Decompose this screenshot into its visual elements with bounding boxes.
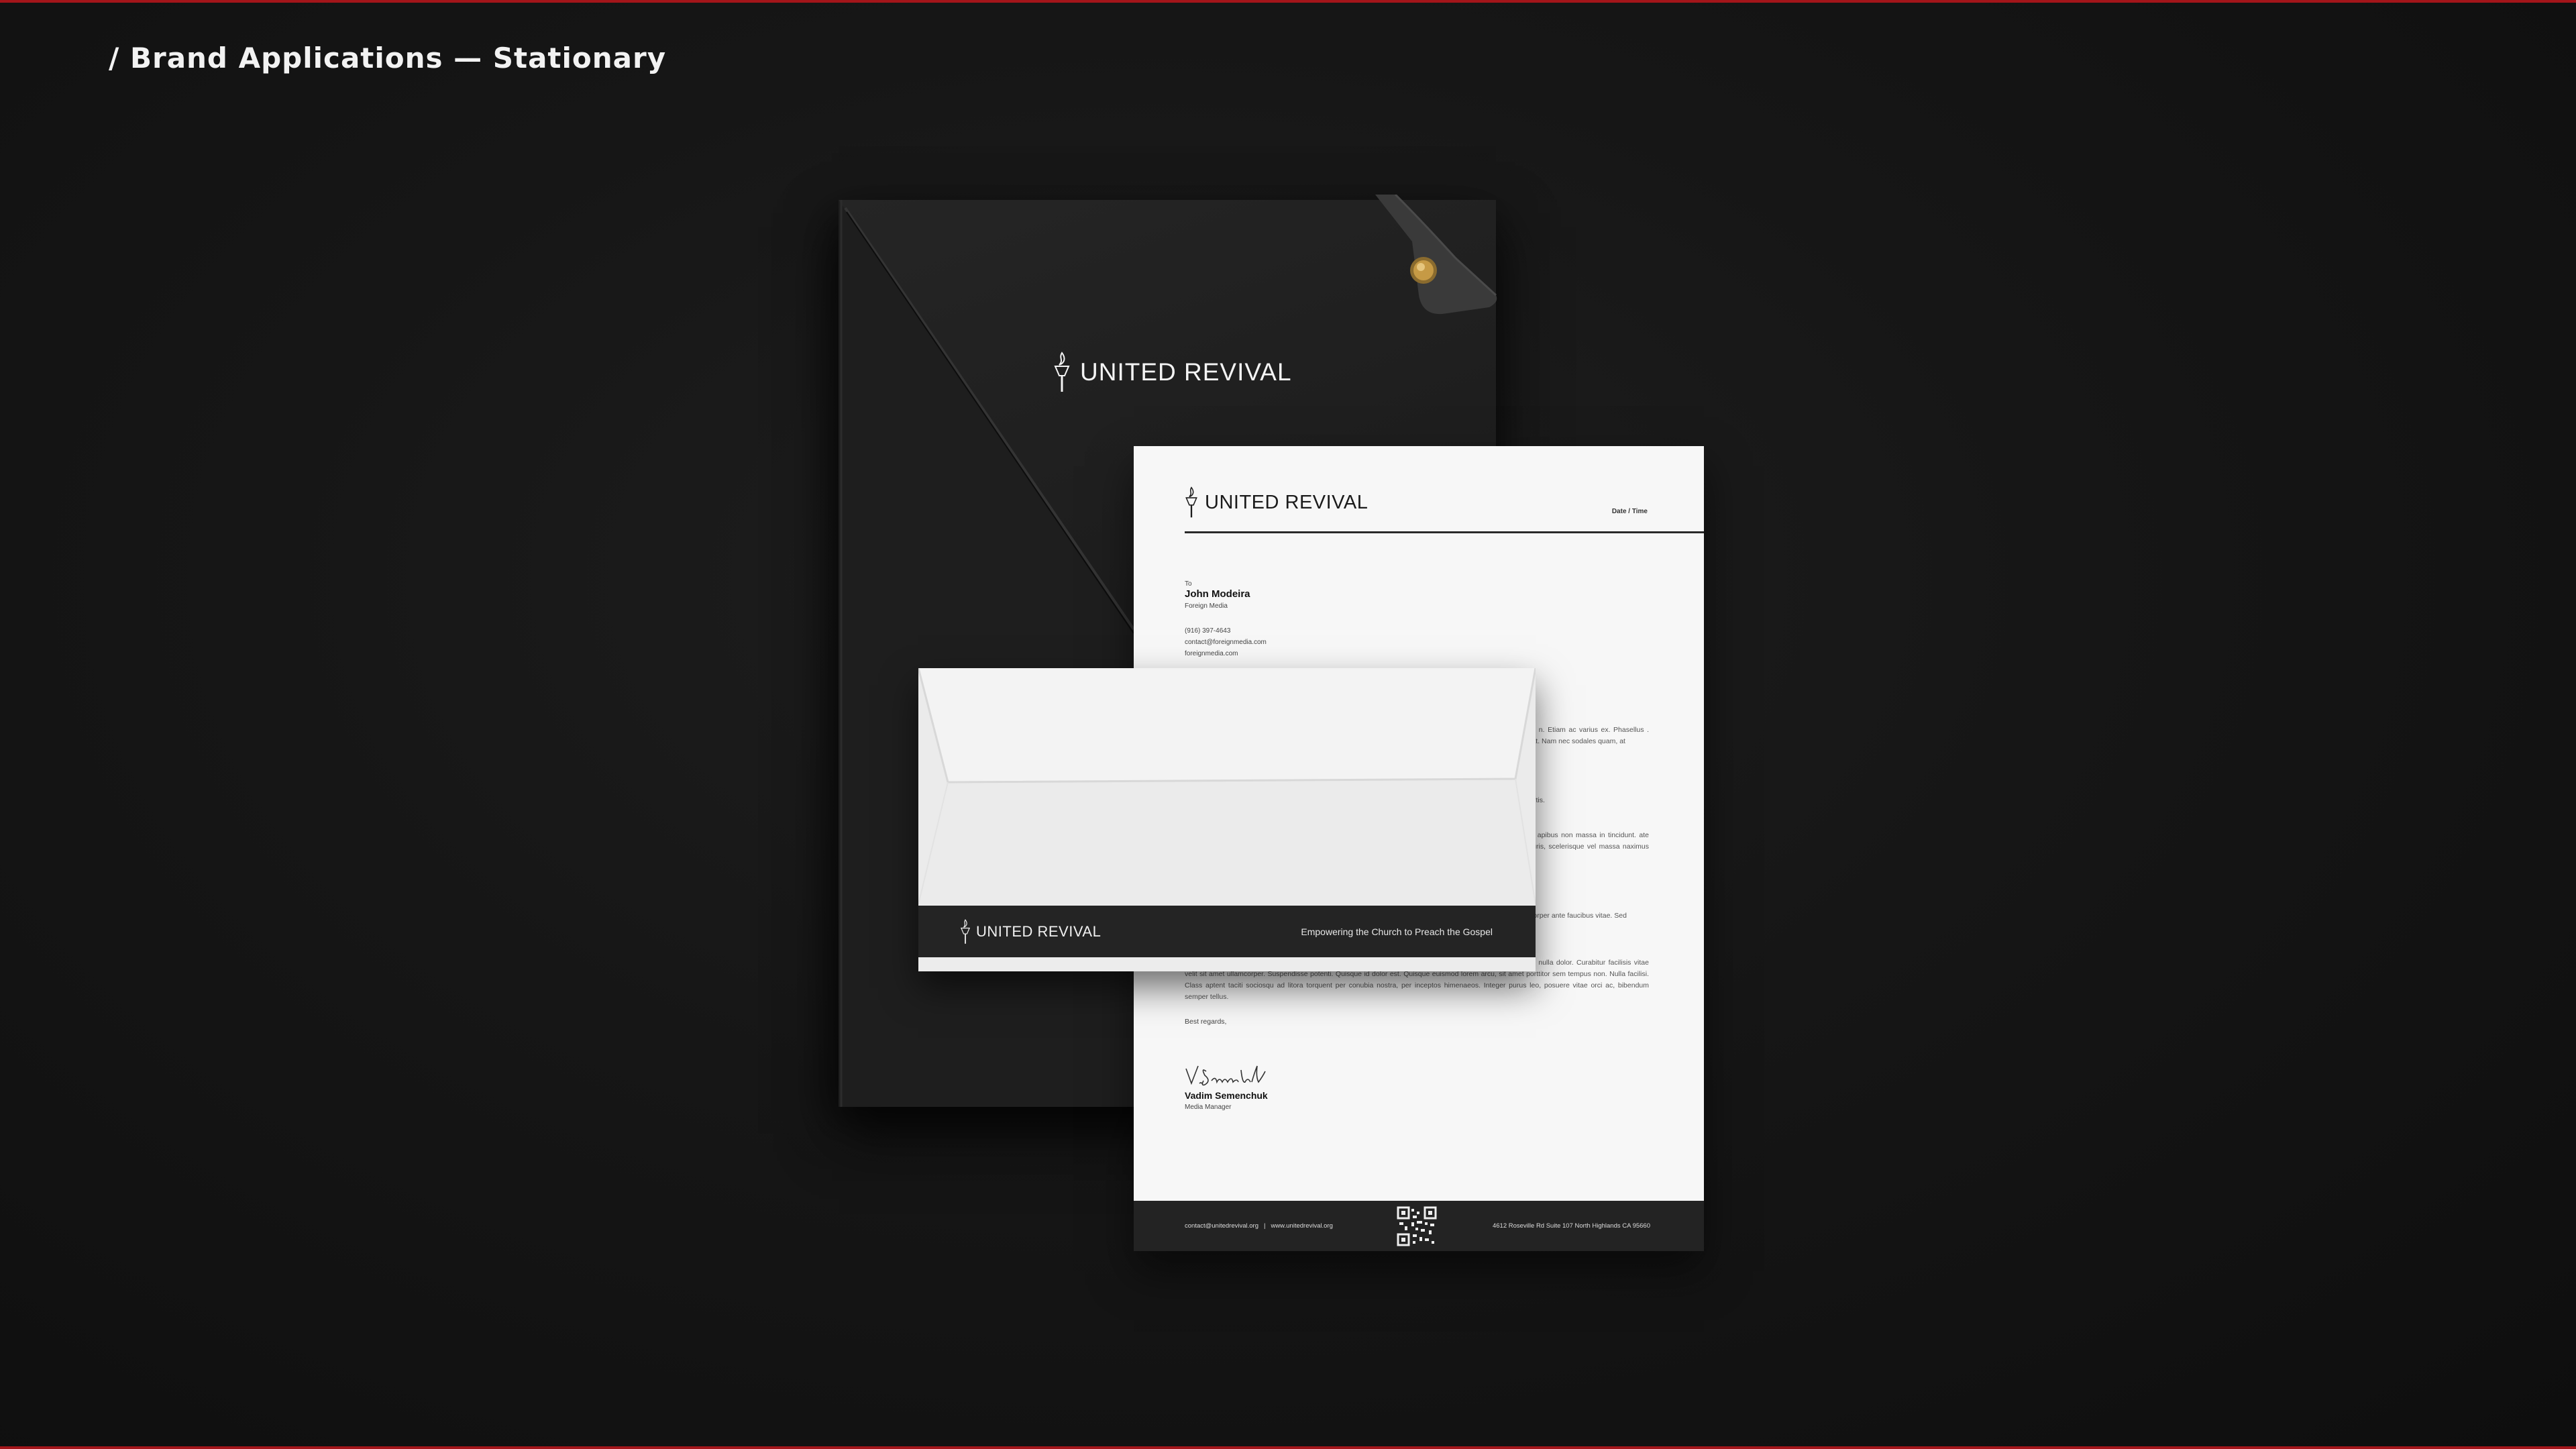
- folder-snap-strap: [1375, 195, 1497, 315]
- signer-name: Vadim Semenchuk: [1185, 1090, 1268, 1101]
- recipient-contact: (916) 397-4643 contact@foreignmedia.com …: [1185, 625, 1267, 659]
- letterhead-footer: contact@unitedrevival.org | www.unitedre…: [1134, 1201, 1704, 1251]
- envelope-logo: UNITED REVIVAL: [960, 919, 1101, 945]
- letterhead-logo: UNITED REVIVAL: [1185, 486, 1368, 519]
- bottom-accent-line: [0, 1446, 2576, 1449]
- page-heading: / Brand Applications — Stationary: [109, 42, 667, 74]
- footer-email: contact@unitedrevival.org: [1185, 1222, 1258, 1230]
- footer-website: www.unitedrevival.org: [1271, 1222, 1333, 1230]
- envelope: UNITED REVIVAL Empowering the Church to …: [918, 668, 1536, 971]
- footer-contact: contact@unitedrevival.org | www.unitedre…: [1185, 1222, 1333, 1230]
- qr-code-icon: [1397, 1206, 1437, 1246]
- recipient-email: contact@foreignmedia.com: [1185, 639, 1267, 646]
- folder-brand-name: UNITED REVIVAL: [1080, 358, 1292, 386]
- folder-logo: UNITED REVIVAL: [1053, 349, 1292, 396]
- envelope-brand-band: UNITED REVIVAL Empowering the Church to …: [918, 906, 1536, 957]
- recipient-phone: (916) 397-4643: [1185, 627, 1231, 635]
- recipient-name: John Modeira: [1185, 588, 1250, 600]
- footer-address: 4612 Roseville Rd Suite 107 North Highla…: [1492, 1222, 1650, 1230]
- torch-icon: [960, 919, 971, 944]
- footer-separator: |: [1263, 1222, 1266, 1230]
- envelope-tagline: Empowering the Church to Preach the Gosp…: [1301, 926, 1493, 937]
- closing-text: Best regards,: [1185, 1018, 1227, 1026]
- date-label: Date / Time: [1611, 508, 1648, 515]
- signer-title: Media Manager: [1185, 1104, 1232, 1111]
- envelope-brand-name: UNITED REVIVAL: [976, 923, 1102, 940]
- letterhead-brand-name: UNITED REVIVAL: [1205, 491, 1368, 513]
- top-accent-line: [0, 0, 2576, 3]
- torch-icon: [1054, 352, 1070, 392]
- handwritten-signature: [1185, 1065, 1266, 1086]
- header-divider: [1185, 531, 1704, 533]
- recipient-website: foreignmedia.com: [1185, 650, 1238, 657]
- to-label: To: [1185, 580, 1192, 588]
- recipient-company: Foreign Media: [1185, 602, 1228, 610]
- envelope-flap: [918, 668, 1536, 904]
- torch-icon: [1185, 486, 1197, 518]
